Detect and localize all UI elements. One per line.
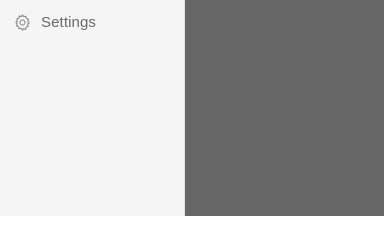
drawer-item-settings[interactable]: Settings — [0, 0, 184, 44]
gear-icon — [13, 13, 32, 32]
drawer-item-label: Settings — [41, 13, 96, 31]
drawer-scrim[interactable] — [185, 0, 384, 216]
navigation-drawer: Settings — [0, 0, 185, 216]
app-screen: Settings — [0, 0, 384, 216]
